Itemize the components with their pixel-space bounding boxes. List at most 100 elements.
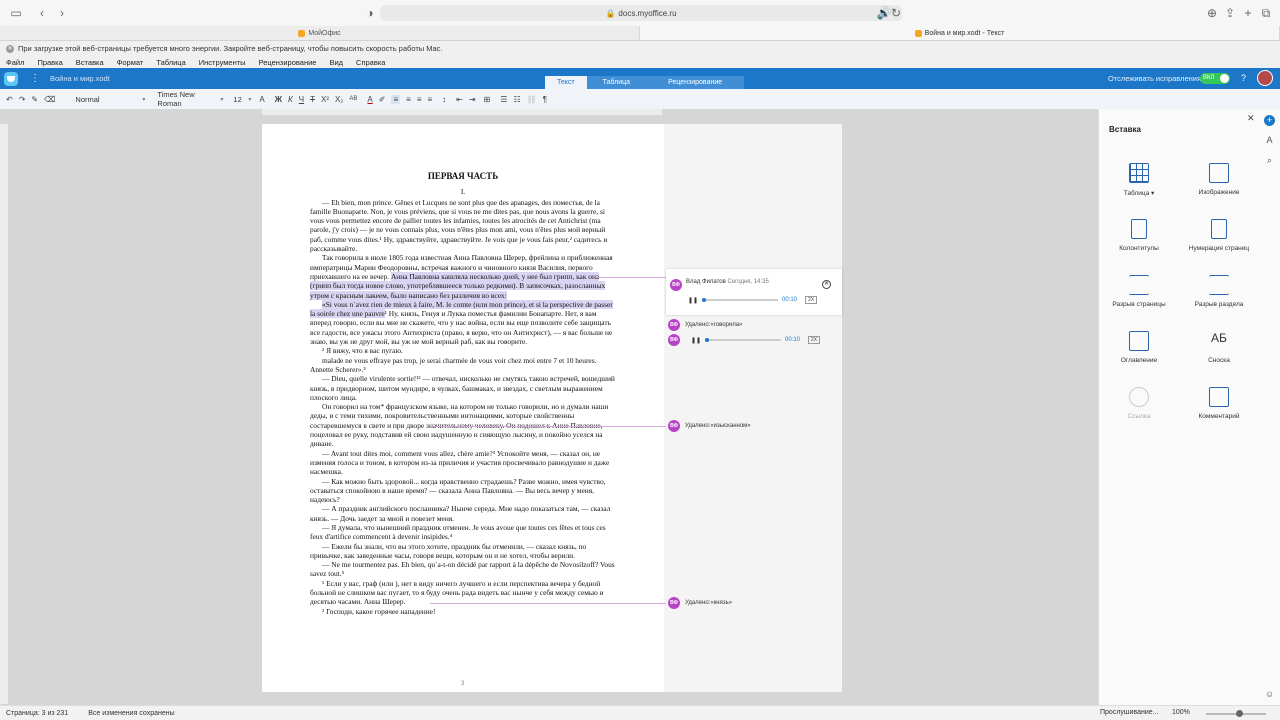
users-icon[interactable]: ☺: [1264, 689, 1275, 700]
deleted-change[interactable]: ВФ Удалено: «князь»: [668, 597, 732, 609]
align-justify-icon[interactable]: ≡: [427, 95, 432, 104]
indent-icon[interactable]: ⇥: [469, 95, 476, 104]
pilcrow-button[interactable]: ¶: [543, 95, 547, 104]
paragraph[interactable]: — Как можно быть здоровой... когда нравс…: [310, 477, 616, 505]
text-format-icon[interactable]: A: [1264, 135, 1275, 146]
zoom-level[interactable]: 100%: [1172, 709, 1190, 716]
numbered-list-icon[interactable]: ☷: [513, 95, 520, 104]
browser-tab-myoffice[interactable]: МойОфис: [0, 26, 640, 40]
playback-speed-button[interactable]: 2X: [808, 336, 821, 344]
horizontal-ruler[interactable]: [262, 109, 662, 115]
strikethrough-button[interactable]: T: [310, 95, 315, 104]
voice-comment-card[interactable]: ВФ Влад Филатов Сегодня, 14:35 ✕ ❚❚ 00:1…: [666, 269, 842, 315]
insert-link-button[interactable]: Ссылка: [1099, 387, 1179, 420]
close-comment-icon[interactable]: ✕: [822, 280, 831, 289]
voice-change[interactable]: ВФ ❚❚ 00:10 2X: [668, 334, 821, 346]
menu-insert[interactable]: Вставка: [76, 58, 104, 67]
share-icon[interactable]: ⇪: [1220, 3, 1240, 23]
insert-comment-button[interactable]: Комментарий: [1179, 387, 1259, 420]
paragraph[interactable]: — Я думала, что нынешний праздник отмене…: [310, 523, 616, 542]
app-menu-icon[interactable]: ⋮: [30, 73, 40, 84]
paragraph[interactable]: — Eh bien, mon prince. Gênes et Lucques …: [310, 198, 616, 254]
menu-help[interactable]: Справка: [356, 58, 385, 67]
tab-review[interactable]: Рецензирование: [646, 76, 745, 89]
document-title[interactable]: Война и мир.xodt: [50, 74, 110, 83]
pause-icon[interactable]: ❚❚: [691, 337, 701, 344]
address-bar[interactable]: 🔒 docs.myoffice.ru: [380, 5, 902, 21]
paragraph[interactable]: malade ne vous effraye pas trop, je sera…: [310, 356, 616, 375]
insert-table-button[interactable]: Таблица ▾: [1099, 163, 1179, 197]
insert-page-numbering-button[interactable]: Нумерация страниц: [1179, 219, 1259, 252]
download-icon[interactable]: ⊕: [1202, 3, 1222, 23]
audio-progress-slider[interactable]: [705, 338, 781, 342]
outdent-icon[interactable]: ⇤: [456, 95, 463, 104]
font-color-button[interactable]: A: [367, 95, 372, 104]
bullet-list-icon[interactable]: ☰: [500, 95, 507, 104]
highlight-icon[interactable]: ✐: [379, 95, 386, 104]
font-select[interactable]: Times New Roman: [157, 90, 225, 108]
deleted-change[interactable]: ВФ Удалено: «изысканном»: [668, 420, 751, 432]
insert-page-break-button[interactable]: Разрыв страницы: [1099, 275, 1179, 308]
tab-overview-icon[interactable]: ⧉: [1256, 3, 1276, 23]
new-tab-icon[interactable]: +: [1238, 3, 1258, 23]
align-right-icon[interactable]: ≡: [417, 95, 422, 104]
forward-icon[interactable]: ›: [52, 3, 72, 23]
shield-icon[interactable]: ◑: [360, 3, 380, 23]
page-body[interactable]: ПЕРВАЯ ЧАСТЬ I. — Eh bien, mon prince. G…: [310, 171, 616, 616]
clear-format-icon[interactable]: ⌫: [44, 95, 55, 104]
myoffice-logo-icon[interactable]: [4, 71, 18, 86]
paragraph[interactable]: «Si vous n`avez rien de mieux à faire, M…: [310, 299, 616, 346]
close-warning-icon[interactable]: ✕: [6, 44, 14, 53]
menu-edit[interactable]: Правка: [37, 58, 62, 67]
insert-toc-button[interactable]: Оглавление: [1099, 331, 1179, 364]
insert-plus-icon[interactable]: +: [1264, 115, 1275, 126]
style-select[interactable]: Normal: [75, 93, 147, 106]
avatar[interactable]: [1257, 70, 1273, 86]
font-size-select[interactable]: 12: [233, 93, 253, 106]
help-button[interactable]: ?: [1241, 73, 1246, 83]
audio-progress-slider[interactable]: [702, 298, 778, 302]
footnote[interactable]: ² Господи, какое горячее нападение!: [310, 607, 616, 616]
insert-footnote-button[interactable]: АБ Сноска: [1179, 331, 1259, 364]
menu-tools[interactable]: Инструменты: [199, 58, 246, 67]
bold-button[interactable]: Ж: [275, 95, 282, 104]
line-spacing-icon[interactable]: ↕: [442, 95, 446, 104]
insert-section-break-button[interactable]: Разрыв раздела: [1179, 275, 1259, 308]
underline-button[interactable]: Ч: [299, 95, 304, 104]
link-icon[interactable]: ⛓: [527, 95, 537, 104]
menu-format[interactable]: Формат: [117, 58, 144, 67]
pause-icon[interactable]: ❚❚: [688, 297, 698, 304]
menu-review[interactable]: Рецензирование: [259, 58, 317, 67]
redo-icon[interactable]: ↷: [19, 95, 26, 104]
case-button[interactable]: AB: [349, 96, 357, 102]
italic-button[interactable]: К: [288, 95, 293, 104]
paragraph-settings-icon[interactable]: ⊞: [484, 95, 491, 104]
browser-tab-document[interactable]: Война и мир.xodt - Текст: [640, 26, 1280, 40]
paragraph[interactable]: — Ежели бы знали, что вы этого хотите, п…: [310, 542, 616, 561]
close-panel-icon[interactable]: ✕: [1247, 113, 1255, 124]
paragraph[interactable]: Так говорила в июле 1805 года известная …: [310, 253, 616, 300]
document-page[interactable]: ПЕРВАЯ ЧАСТЬ I. — Eh bien, mon prince. G…: [262, 124, 664, 692]
paragraph[interactable]: — Dieu, quelle virulente sortie!¹² — отв…: [310, 374, 616, 402]
undo-icon[interactable]: ↶: [6, 95, 13, 104]
footnote[interactable]: ² Я вижу, что я вас пугаю.: [310, 346, 616, 355]
align-left-icon[interactable]: ≡: [391, 94, 401, 104]
subscript-button[interactable]: X₂: [335, 95, 343, 104]
menu-view[interactable]: Вид: [329, 58, 343, 67]
sidebar-toggle-icon[interactable]: ▭: [6, 3, 26, 23]
format-painter-icon[interactable]: ✎: [31, 95, 38, 104]
playback-speed-button[interactable]: 2X: [805, 296, 818, 304]
zoom-slider[interactable]: [1206, 710, 1266, 717]
align-center-icon[interactable]: ≡: [406, 95, 411, 104]
tab-table[interactable]: Таблица: [586, 76, 647, 89]
track-changes-toggle[interactable]: ВКЛ: [1200, 73, 1230, 84]
tab-text[interactable]: Текст: [545, 76, 587, 89]
reload-icon[interactable]: ↻: [886, 3, 906, 23]
paragraph[interactable]: — Ne me tourmentez pas. Eh bien, qu`a-t-…: [310, 560, 616, 579]
insert-image-button[interactable]: Изображение: [1179, 163, 1259, 196]
font-grow-button[interactable]: A: [259, 95, 264, 104]
paragraph[interactable]: — А праздник английского посланника? Нын…: [310, 504, 616, 523]
menu-table[interactable]: Таблица: [156, 58, 185, 67]
menu-file[interactable]: Файл: [6, 58, 24, 67]
paragraph[interactable]: — Avant tout dites moi, comment vous all…: [310, 449, 616, 477]
